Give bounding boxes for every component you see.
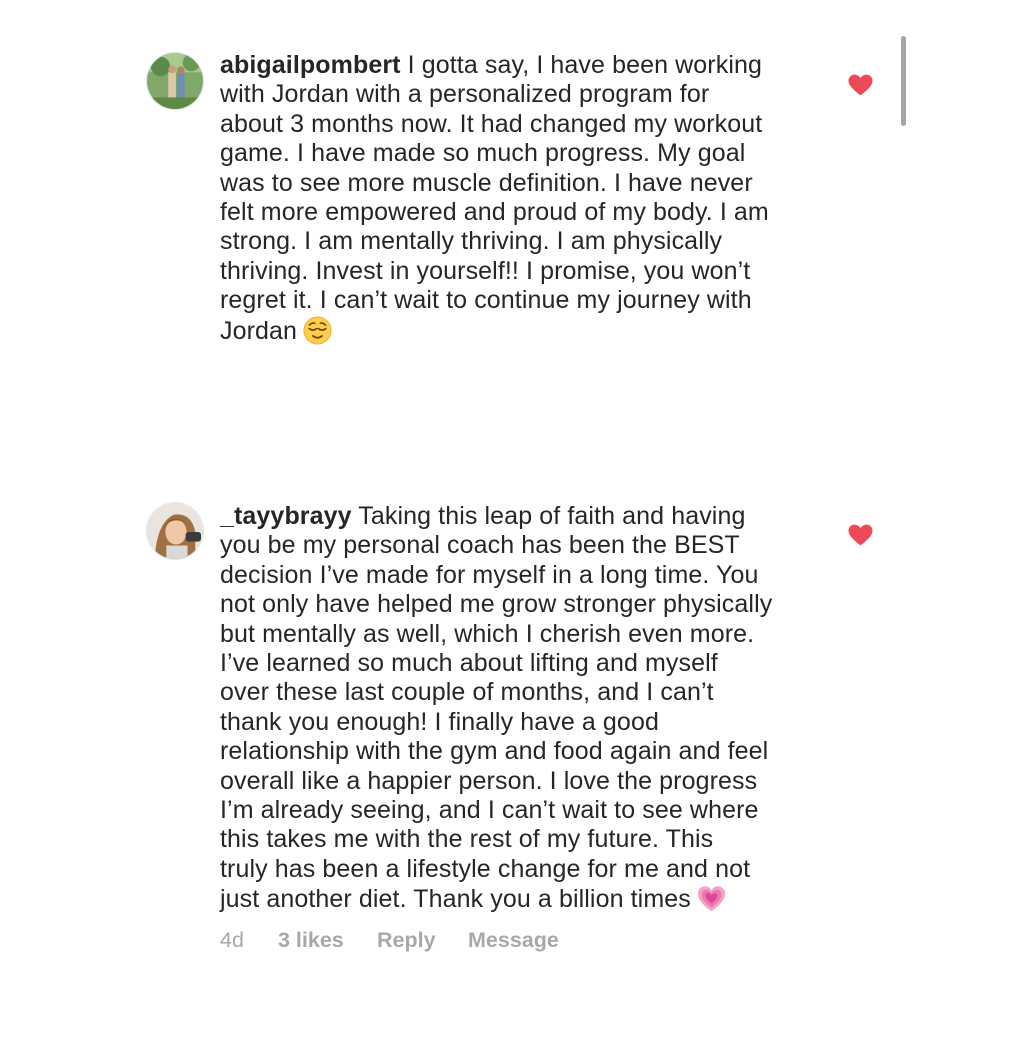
comment-line: thriving. Invest in yourself!! I promise… — [220, 256, 751, 285]
comment-line: Jordan — [220, 316, 298, 345]
comment-line: overall like a happier person. I love th… — [220, 766, 758, 795]
comment-line: truly has been a lifestyle change for me… — [220, 854, 751, 883]
comment-line: felt more empowered and proud of my body… — [220, 198, 769, 227]
comment-line: thank you enough! I finally have a good — [220, 707, 659, 736]
message-button[interactable]: Message — [468, 928, 559, 953]
scrollbar[interactable] — [901, 36, 906, 126]
comment-line: you be my personal coach has been the BE… — [220, 531, 740, 560]
reply-button[interactable]: Reply — [377, 928, 436, 953]
comment-line: just another diet. Thank you a billion t… — [220, 885, 691, 914]
comment-line: relationship with the gym and food again… — [220, 737, 769, 766]
comment-line: I’ve learned so much about lifting and m… — [220, 649, 718, 678]
comment-line: I’m already seeing, and I can’t wait to … — [220, 796, 759, 825]
relieved-face-emoji — [303, 316, 332, 345]
comment-line: was to see more muscle definition. I hav… — [220, 168, 753, 197]
comment-line: with Jordan with a personalized program … — [220, 80, 710, 109]
comment-line: this takes me with the rest of my future… — [220, 825, 714, 854]
like-heart-icon[interactable] — [848, 524, 873, 546]
comment-line: but mentally as well, which I cherish ev… — [220, 619, 755, 648]
avatar[interactable] — [146, 52, 204, 110]
comment-line: decision I’ve made for myself in a long … — [220, 560, 759, 589]
likes-count-link[interactable]: 3 likes — [278, 928, 344, 953]
comment-text: _tayybrayy Taking this leap of faith and… — [220, 502, 820, 915]
comment-timestamp: 4d — [220, 928, 244, 952]
comment-line: over these last couple of months, and I … — [220, 678, 714, 707]
growing-heart-emoji — [697, 884, 726, 913]
username[interactable]: abigailpombert — [220, 51, 401, 79]
comment-line: strong. I am mentally thriving. I am phy… — [220, 227, 723, 256]
comment-line: Taking this leap of faith and having — [358, 502, 746, 530]
comment-line: not only have helped me grow stronger ph… — [220, 590, 773, 619]
comment-line: regret it. I can’t wait to continue my j… — [220, 286, 752, 315]
comment-line: about 3 months now. It had changed my wo… — [220, 109, 763, 138]
comment-text: abigailpombert I gotta say, I have been … — [220, 51, 820, 346]
like-heart-icon[interactable] — [848, 74, 873, 96]
comment-line: game. I have made so much progress. My g… — [220, 139, 746, 168]
avatar[interactable] — [146, 502, 204, 560]
comment-line: I gotta say, I have been working — [407, 51, 762, 79]
username[interactable]: _tayybrayy — [220, 502, 352, 530]
